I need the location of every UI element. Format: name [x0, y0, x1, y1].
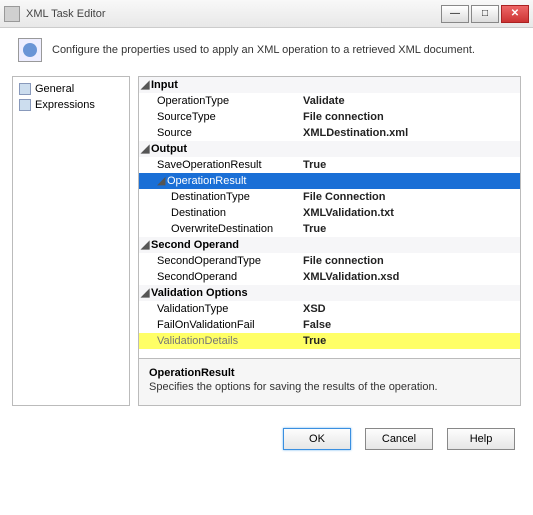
property-grid: ◢InputOperationTypeValidateSourceTypeFil… — [138, 76, 521, 406]
property-value[interactable]: XMLValidation.xsd — [299, 269, 520, 285]
property-value[interactable]: XSD — [299, 301, 520, 317]
nav-panel: General Expressions — [12, 76, 130, 406]
property-name: OperationType — [157, 93, 229, 109]
property-value[interactable]: Validate — [299, 93, 520, 109]
expand-icon[interactable]: ◢ — [141, 77, 151, 93]
property-row[interactable]: DestinationType File Connection — [139, 189, 520, 205]
close-button[interactable]: ✕ — [501, 5, 529, 23]
property-row[interactable]: Source XMLDestination.xml — [139, 125, 520, 141]
nav-item-general[interactable]: General — [15, 81, 127, 97]
maximize-button[interactable]: □ — [471, 5, 499, 23]
property-value[interactable]: True — [299, 221, 520, 237]
help-button[interactable]: Help — [447, 428, 515, 450]
category-header[interactable]: ◢Validation Options — [139, 285, 520, 301]
property-row[interactable]: ◢OperationResult — [139, 173, 520, 189]
property-row[interactable]: SourceType File connection — [139, 109, 520, 125]
property-row[interactable]: OverwriteDestination True — [139, 221, 520, 237]
category-header[interactable]: ◢Second Operand — [139, 237, 520, 253]
property-row[interactable]: SecondOperand XMLValidation.xsd — [139, 269, 520, 285]
property-name: Validation Options — [151, 285, 248, 301]
property-value[interactable]: True — [299, 333, 520, 349]
property-name: Second Operand — [151, 237, 239, 253]
main-area: GeneralExpressions ◢InputOperationTypeVa… — [0, 76, 533, 414]
property-value[interactable]: File connection — [299, 109, 520, 125]
property-name: Destination — [171, 205, 226, 221]
property-name: SecondOperandType — [157, 253, 261, 269]
property-name: OverwriteDestination — [171, 221, 273, 237]
property-name: SecondOperand — [157, 269, 237, 285]
page-icon — [19, 83, 31, 95]
property-row[interactable]: FailOnValidationFail False — [139, 317, 520, 333]
expand-icon[interactable]: ◢ — [157, 173, 167, 189]
property-value[interactable]: True — [299, 157, 520, 173]
property-row[interactable]: OperationType Validate — [139, 93, 520, 109]
task-icon — [18, 38, 42, 62]
expand-icon[interactable]: ◢ — [141, 285, 151, 301]
app-icon — [4, 6, 20, 22]
property-value[interactable]: File Connection — [299, 189, 520, 205]
info-description: Specifies the options for saving the res… — [149, 381, 510, 393]
property-name: FailOnValidationFail — [157, 317, 255, 333]
window-title: XML Task Editor — [26, 8, 441, 20]
titlebar: XML Task Editor — □ ✕ — [0, 0, 533, 28]
property-name: Source — [157, 125, 192, 141]
property-name: SaveOperationResult — [157, 157, 262, 173]
ok-button[interactable]: OK — [283, 428, 351, 450]
category-header[interactable]: ◢Input — [139, 77, 520, 93]
property-row[interactable]: SecondOperandType File connection — [139, 253, 520, 269]
nav-item-label: Expressions — [35, 99, 95, 111]
property-value[interactable]: False — [299, 317, 520, 333]
property-value[interactable] — [299, 285, 520, 301]
property-value[interactable] — [299, 173, 520, 189]
dialog-buttons: OK Cancel Help — [0, 414, 533, 450]
minimize-button[interactable]: — — [441, 5, 469, 23]
property-row[interactable]: ValidationType XSD — [139, 301, 520, 317]
property-name: OperationResult — [167, 173, 247, 189]
property-row[interactable]: ValidationDetails True — [139, 333, 520, 349]
header-description: Configure the properties used to apply a… — [52, 44, 475, 56]
property-name: Output — [151, 141, 187, 157]
property-name: DestinationType — [171, 189, 250, 205]
info-panel: OperationResult Specifies the options fo… — [139, 358, 520, 405]
property-row[interactable]: Destination XMLValidation.txt — [139, 205, 520, 221]
header: Configure the properties used to apply a… — [0, 28, 533, 76]
property-value[interactable]: XMLDestination.xml — [299, 125, 520, 141]
property-value[interactable] — [299, 77, 520, 93]
property-name: ValidationDetails — [157, 333, 238, 349]
property-name: Input — [151, 77, 178, 93]
page-icon — [19, 99, 31, 111]
info-title: OperationResult — [149, 367, 510, 379]
property-value[interactable] — [299, 141, 520, 157]
nav-item-expressions[interactable]: Expressions — [15, 97, 127, 113]
nav-item-label: General — [35, 83, 74, 95]
property-row[interactable]: SaveOperationResult True — [139, 157, 520, 173]
property-value[interactable]: XMLValidation.txt — [299, 205, 520, 221]
cancel-button[interactable]: Cancel — [365, 428, 433, 450]
property-value[interactable] — [299, 237, 520, 253]
property-name: SourceType — [157, 109, 216, 125]
category-header[interactable]: ◢Output — [139, 141, 520, 157]
window-controls: — □ ✕ — [441, 5, 529, 23]
property-name: ValidationType — [157, 301, 228, 317]
property-value[interactable]: File connection — [299, 253, 520, 269]
expand-icon[interactable]: ◢ — [141, 141, 151, 157]
expand-icon[interactable]: ◢ — [141, 237, 151, 253]
